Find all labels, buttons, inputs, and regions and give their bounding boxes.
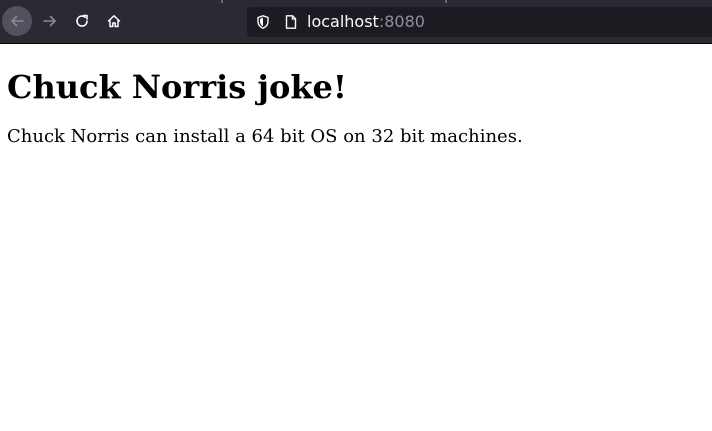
back-button[interactable] [2,6,32,36]
arrow-left-icon [11,15,24,27]
home-button[interactable] [99,6,129,36]
url-text[interactable]: localhost:8080 [307,12,425,32]
page-content: Chuck Norris joke! Chuck Norris can inst… [0,44,712,149]
shield-icon[interactable] [255,14,271,30]
url-host: localhost [307,12,379,31]
reload-icon [76,14,88,27]
address-bar[interactable]: localhost:8080 [247,7,712,37]
url-port: :8080 [378,12,425,31]
reload-button[interactable] [67,6,97,36]
page-heading: Chuck Norris joke! [7,68,347,106]
tab-separator [445,0,447,3]
forward-button[interactable] [35,6,65,36]
arrow-right-icon [43,15,56,27]
tab-separator [221,0,223,3]
joke-text: Chuck Norris can install a 64 bit OS on … [7,126,523,147]
browser-toolbar: localhost:8080 [0,0,712,44]
home-icon [107,15,121,28]
page-icon[interactable] [283,14,299,30]
